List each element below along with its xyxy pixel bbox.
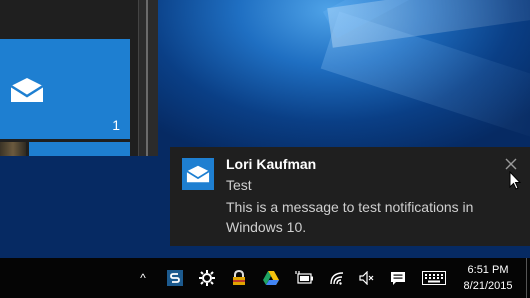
taskbar: ^ 6:51 PM 8/21/2015 [0, 258, 530, 298]
clock-time: 6:51 PM [467, 264, 509, 276]
notification-body: This is a message to test notifications … [226, 199, 474, 235]
taskbar-clock[interactable]: 6:51 PM 8/21/2015 [455, 262, 521, 294]
photo-tile[interactable] [0, 142, 26, 156]
action-center-icon[interactable] [389, 266, 407, 290]
start-menu: 1 [0, 0, 158, 156]
show-desktop-button[interactable] [526, 258, 530, 298]
mail-tile-badge-count: 1 [112, 117, 120, 133]
google-drive-icon[interactable] [262, 266, 280, 290]
notification-sender: Lori Kaufman [226, 156, 317, 172]
keyboard-icon[interactable] [421, 266, 447, 290]
settings-cog-icon[interactable] [198, 266, 216, 290]
start-menu-divider [146, 0, 148, 156]
tile[interactable] [29, 142, 130, 156]
mail-live-tile[interactable]: 1 [0, 39, 130, 139]
start-menu-border [138, 0, 158, 156]
volume-muted-icon[interactable] [358, 266, 376, 290]
notification-toast[interactable]: Lori Kaufman Test This is a message to t… [170, 147, 530, 246]
wifi-icon[interactable] [328, 266, 346, 290]
notification-subject: Test [226, 177, 252, 193]
clock-date: 8/21/2015 [463, 280, 513, 292]
mail-icon [10, 78, 44, 102]
chevron-up-icon[interactable]: ^ [134, 266, 152, 290]
mail-icon [186, 165, 210, 183]
battery-plug-icon[interactable] [294, 266, 314, 290]
mouse-pointer-icon [509, 171, 521, 190]
close-icon[interactable] [504, 157, 518, 171]
notification-app-icon [182, 158, 214, 190]
lock-user-icon[interactable] [230, 266, 248, 290]
snagit-icon[interactable] [166, 266, 184, 290]
